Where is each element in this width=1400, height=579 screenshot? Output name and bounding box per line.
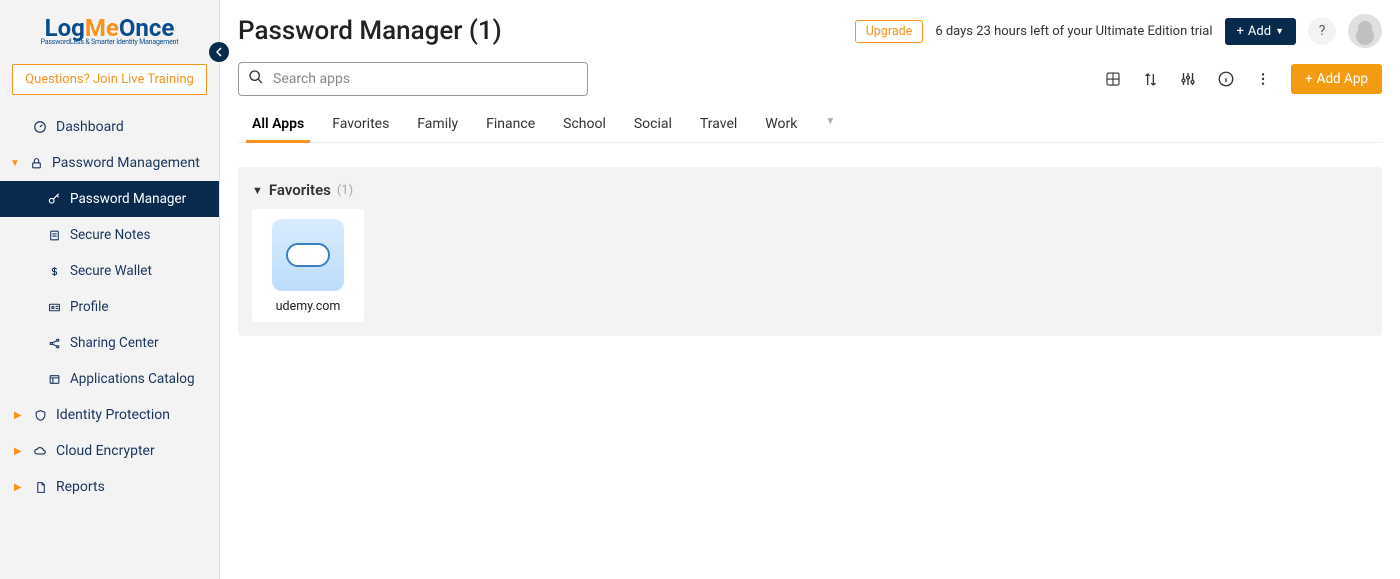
sidebar-item-dashboard[interactable]: Dashboard (0, 109, 219, 145)
grid-view-button[interactable] (1104, 70, 1122, 88)
cloud-icon (286, 243, 330, 267)
search-wrap (238, 62, 588, 96)
sidebar-item-label: Identity Protection (56, 407, 170, 423)
shield-icon (32, 409, 48, 422)
tab-social[interactable]: Social (632, 110, 674, 142)
sidebar-item-password-manager[interactable]: Password Manager (0, 181, 219, 217)
document-icon (32, 481, 48, 494)
note-icon (46, 229, 62, 242)
caret-right-icon: ▶ (14, 482, 24, 493)
help-button[interactable]: ? (1308, 17, 1336, 45)
app-icon (272, 219, 344, 291)
tab-family[interactable]: Family (415, 110, 460, 142)
sidebar-item-label: Applications Catalog (70, 371, 195, 387)
share-icon (46, 337, 62, 350)
section-label: Favorites (269, 181, 331, 199)
add-app-label: Add App (1317, 71, 1368, 87)
sort-icon (1142, 71, 1159, 88)
topbar: Password Manager (1) Upgrade 6 days 23 h… (238, 14, 1382, 48)
plus-icon: + (1305, 71, 1313, 87)
sidebar-item-label: Password Management (52, 155, 200, 171)
search-icon (248, 69, 264, 89)
upgrade-button[interactable]: Upgrade (855, 20, 924, 43)
sidebar-item-label: Sharing Center (70, 335, 159, 351)
app-card[interactable]: udemy.com (252, 209, 364, 322)
chevron-left-icon (215, 47, 223, 57)
trial-status-text: 6 days 23 hours left of your Ultimate Ed… (935, 24, 1212, 39)
sidebar-item-sharing-center[interactable]: Sharing Center (0, 325, 219, 361)
sidebar-item-label: Reports (56, 479, 105, 495)
caret-right-icon: ▶ (14, 446, 24, 457)
filter-button[interactable] (1179, 70, 1197, 88)
more-button[interactable] (1255, 71, 1271, 87)
caret-down-icon: ▼ (1275, 26, 1284, 37)
sidebar-item-label: Secure Wallet (70, 263, 152, 279)
sidebar-item-secure-notes[interactable]: Secure Notes (0, 217, 219, 253)
toolbar-icons: + Add App (1104, 64, 1382, 94)
catalog-icon (46, 373, 62, 386)
tab-work[interactable]: Work (763, 110, 799, 142)
tab-more[interactable]: ▼ (823, 110, 837, 142)
logo-area: LogMeOnce PasswordLess & Smarter Identit… (0, 0, 219, 56)
category-tabs: All Apps Favorites Family Finance School… (238, 110, 1382, 143)
topbar-right: Upgrade 6 days 23 hours left of your Ult… (855, 14, 1382, 48)
sidebar: LogMeOnce PasswordLess & Smarter Identit… (0, 0, 220, 579)
sidebar-item-password-management[interactable]: ▼ Password Management (0, 145, 219, 181)
add-app-button[interactable]: + Add App (1291, 64, 1382, 94)
add-button-label: Add (1248, 24, 1271, 39)
lock-icon (28, 157, 44, 170)
cloud-icon (32, 444, 48, 458)
sliders-icon (1179, 70, 1197, 88)
main-content: Password Manager (1) Upgrade 6 days 23 h… (220, 0, 1400, 579)
sidebar-item-reports[interactable]: ▶ Reports (0, 469, 219, 505)
sidebar-item-secure-wallet[interactable]: Secure Wallet (0, 253, 219, 289)
info-icon (1217, 70, 1235, 88)
sidebar-item-cloud-encrypter[interactable]: ▶ Cloud Encrypter (0, 433, 219, 469)
caret-down-icon: ▼ (10, 158, 20, 169)
plus-icon: + (1237, 24, 1244, 39)
sidebar-item-label: Secure Notes (70, 227, 151, 243)
searchbar-row: + Add App (238, 62, 1382, 96)
search-input[interactable] (238, 62, 588, 96)
id-card-icon (46, 301, 62, 314)
dollar-icon (46, 265, 62, 278)
sidebar-item-label: Profile (70, 299, 109, 315)
tab-favorites[interactable]: Favorites (330, 110, 391, 142)
key-icon (46, 192, 62, 206)
page-title: Password Manager (1) (238, 16, 502, 46)
caret-down-icon: ▼ (252, 184, 263, 197)
avatar-button[interactable] (1348, 14, 1382, 48)
content-area: ▼ Favorites (1) udemy.com (238, 167, 1382, 336)
tab-travel[interactable]: Travel (698, 110, 739, 142)
gauge-icon (32, 120, 48, 134)
sidebar-item-profile[interactable]: Profile (0, 289, 219, 325)
dots-vertical-icon (1255, 71, 1271, 87)
tab-school[interactable]: School (561, 110, 608, 142)
live-training-button[interactable]: Questions? Join Live Training (12, 64, 207, 95)
sidebar-subnav-password-management: Password Manager Secure Notes Secure Wal… (0, 181, 219, 397)
user-icon (1358, 21, 1372, 35)
info-button[interactable] (1217, 70, 1235, 88)
sidebar-collapse-button[interactable] (209, 42, 229, 62)
sidebar-item-applications-catalog[interactable]: Applications Catalog (0, 361, 219, 397)
logo-caption: PasswordLess & Smarter Identity Manageme… (12, 38, 207, 46)
sidebar-item-label: Dashboard (56, 119, 124, 135)
question-icon: ? (1319, 23, 1326, 39)
tab-all-apps[interactable]: All Apps (250, 110, 306, 142)
grid-icon (1104, 70, 1122, 88)
tab-finance[interactable]: Finance (484, 110, 537, 142)
sort-button[interactable] (1142, 71, 1159, 88)
sidebar-item-label: Password Manager (70, 191, 186, 207)
sidebar-item-identity-protection[interactable]: ▶ Identity Protection (0, 397, 219, 433)
caret-right-icon: ▶ (14, 410, 24, 421)
section-count: (1) (337, 183, 353, 198)
app-logo: LogMeOnce (12, 16, 207, 40)
add-button[interactable]: + Add ▼ (1225, 18, 1296, 45)
app-name-label: udemy.com (262, 299, 354, 314)
favorites-section-header[interactable]: ▼ Favorites (1) (252, 181, 1368, 199)
sidebar-item-label: Cloud Encrypter (56, 443, 155, 459)
